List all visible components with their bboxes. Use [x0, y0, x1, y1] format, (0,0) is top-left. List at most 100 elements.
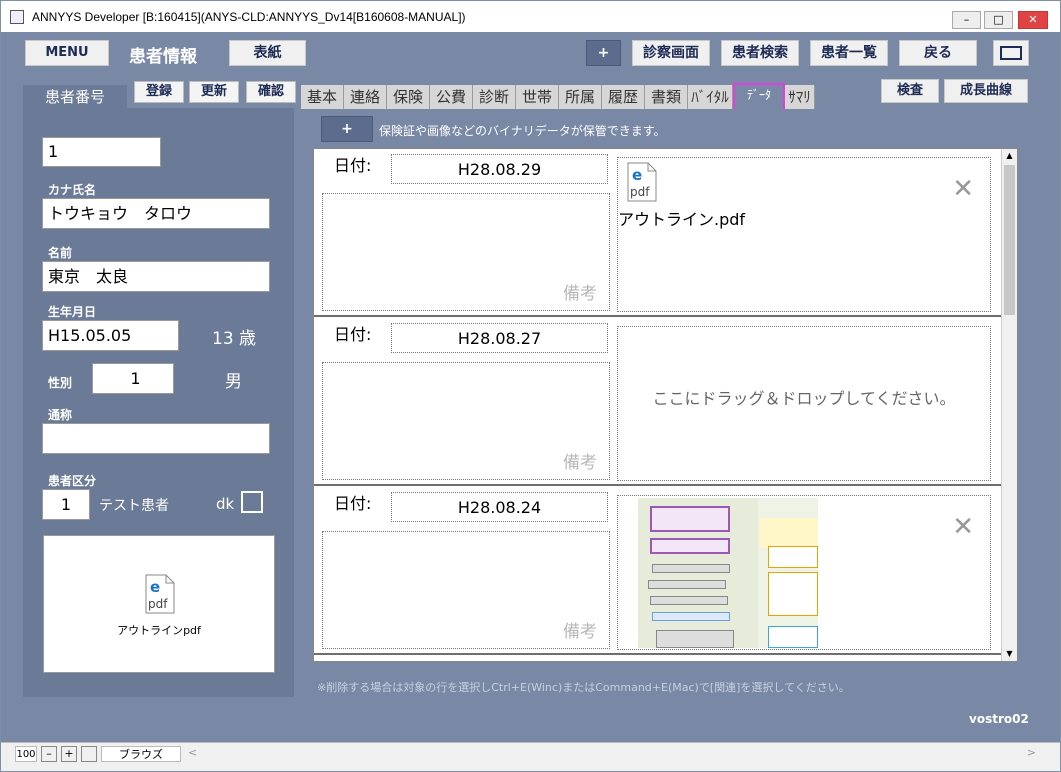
page-title: 患者情報	[129, 47, 197, 67]
zoom-level[interactable]: 100	[15, 746, 37, 762]
tab-item[interactable]: 基本	[301, 85, 344, 109]
svg-text:pdf: pdf	[630, 185, 650, 199]
note-field[interactable]: 備考	[322, 193, 610, 311]
tab-item[interactable]: 連絡	[344, 85, 387, 109]
preview-file-name: アウトラインpdf	[117, 624, 201, 637]
zoom-in-icon[interactable]: +	[61, 746, 77, 762]
name-label: 名前	[48, 246, 73, 260]
svg-text:e: e	[150, 578, 160, 596]
patient-list-button[interactable]: 患者一覧	[810, 40, 888, 66]
list-item[interactable]: 日付: H28.08.29 備考 e pdf アウトライン.pdf ✕	[314, 149, 1004, 317]
scroll-left-icon[interactable]: <	[188, 746, 197, 759]
zoom-out-icon[interactable]: –	[41, 746, 57, 762]
name-field[interactable]: 東京 太良	[42, 261, 270, 292]
dk-checkbox[interactable]	[241, 491, 263, 513]
category-field[interactable]: 1	[42, 489, 90, 520]
date-field[interactable]: H28.08.29	[391, 154, 608, 184]
update-button[interactable]: 更新	[189, 81, 239, 103]
file-drop-area[interactable]: ここにドラッグ＆ドロップしてください。	[617, 326, 991, 481]
window-toggle-button[interactable]	[993, 40, 1029, 66]
list-item[interactable]: 日付: H28.08.27 備考 ここにドラッグ＆ドロップしてください。	[314, 318, 1004, 486]
tab-item[interactable]: 履歴	[602, 85, 645, 109]
delete-icon[interactable]: ✕	[952, 174, 974, 204]
window-title: ANNYYS Developer [B:160415](ANYS-CLD:ANN…	[32, 9, 466, 24]
tab-item[interactable]: 所属	[559, 85, 602, 109]
file-drop-area[interactable]: e pdf アウトライン.pdf ✕	[617, 157, 991, 312]
menu-button[interactable]: MENU	[25, 40, 109, 66]
growth-curve-button[interactable]: 成長曲線	[944, 79, 1028, 103]
info-text: 保険証や画像などのバイナリデータが保管できます。	[379, 124, 666, 138]
sex-text: 男	[225, 372, 242, 392]
patient-number-field[interactable]: 1	[42, 137, 161, 167]
alias-field[interactable]	[42, 423, 270, 454]
note-field[interactable]: 備考	[322, 362, 610, 480]
category-text: テスト患者	[99, 498, 169, 514]
date-label: 日付:	[334, 156, 372, 175]
sex-label: 性別	[48, 376, 73, 390]
category-label: 患者区分	[48, 474, 97, 488]
close-button[interactable]: ✕	[1018, 11, 1048, 29]
date-field[interactable]: H28.08.24	[391, 492, 608, 522]
dob-label: 生年月日	[48, 305, 97, 319]
dob-field[interactable]: H15.05.05	[42, 320, 179, 351]
footnote: ※削除する場合は対象の行を選択しCtrl+E(Winc)またはCommand+E…	[317, 681, 850, 694]
kana-field[interactable]: トウキョウ タロウ	[42, 198, 270, 229]
register-button[interactable]: 登録	[134, 81, 184, 103]
sex-field[interactable]: 1	[92, 363, 174, 394]
machine-name: vostro02	[969, 712, 1029, 726]
add-data-button[interactable]: +	[321, 116, 373, 142]
data-list: 日付: H28.08.29 備考 e pdf アウトライン.pdf ✕ 日付: …	[313, 148, 1018, 662]
tab-patient-number[interactable]: 患者番号	[23, 85, 127, 109]
scroll-thumb[interactable]	[1004, 165, 1015, 315]
date-label: 日付:	[334, 494, 372, 513]
tab-item[interactable]: ｻﾏﾘ	[785, 85, 815, 109]
tab-item[interactable]: 公費	[430, 85, 473, 109]
image-thumbnail	[638, 498, 818, 648]
title-bar: ANNYYS Developer [B:160415](ANYS-CLD:ANN…	[1, 1, 1060, 32]
cover-button[interactable]: 表紙	[229, 40, 306, 66]
tab-item[interactable]: 診断	[473, 85, 516, 109]
exam-screen-button[interactable]: 診察画面	[632, 40, 710, 66]
exam-button[interactable]: 検査	[881, 79, 939, 103]
mode-indicator[interactable]: ブラウズ	[101, 746, 181, 762]
list-item[interactable]: 日付: H28.08.24 備考 ✕	[314, 487, 1004, 655]
note-placeholder: 備考	[563, 284, 597, 304]
alias-label: 通称	[48, 408, 73, 422]
note-placeholder: 備考	[563, 453, 597, 473]
svg-text:e: e	[632, 166, 642, 184]
date-label: 日付:	[334, 325, 372, 344]
pdf-icon: e pdf	[145, 574, 175, 614]
svg-text:pdf: pdf	[148, 597, 168, 611]
tab-item[interactable]: 世帯	[516, 85, 559, 109]
drop-hint: ここにドラッグ＆ドロップしてください。	[652, 389, 956, 408]
tab-item[interactable]: 書類	[645, 85, 688, 109]
minimize-button[interactable]: –	[952, 11, 981, 29]
layout-toggle-icon[interactable]	[81, 746, 97, 762]
app-window: ANNYYS Developer [B:160415](ANYS-CLD:ANN…	[0, 0, 1061, 772]
maximize-button[interactable]: □	[984, 11, 1013, 29]
note-field[interactable]: 備考	[322, 531, 610, 649]
tab-item[interactable]: 保険	[387, 85, 430, 109]
delete-icon[interactable]: ✕	[952, 512, 974, 542]
file-preview-box[interactable]: e pdf アウトラインpdf	[43, 535, 275, 673]
pdf-icon: e pdf	[627, 162, 657, 202]
kana-label: カナ氏名	[48, 183, 97, 197]
status-bar: 100 – + ブラウズ < >	[1, 742, 1060, 771]
patient-search-button[interactable]: 患者検索	[721, 40, 799, 66]
file-name: アウトライン.pdf	[618, 210, 746, 229]
back-button[interactable]: 戻る	[899, 40, 977, 66]
note-placeholder: 備考	[563, 622, 597, 642]
vertical-scrollbar[interactable]: ▲ ▼	[1001, 149, 1017, 661]
scroll-down-icon[interactable]: ▼	[1002, 647, 1017, 661]
add-button[interactable]: +	[586, 40, 621, 66]
confirm-button[interactable]: 確認	[246, 81, 296, 103]
scroll-right-icon[interactable]: >	[1027, 746, 1036, 759]
app-icon	[10, 9, 24, 24]
tab-item[interactable]: ﾊﾞｲﾀﾙ	[688, 85, 733, 109]
date-field[interactable]: H28.08.27	[391, 323, 608, 353]
scroll-up-icon[interactable]: ▲	[1002, 149, 1017, 163]
age-text: 13 歳	[212, 329, 257, 349]
file-drop-area[interactable]: ✕	[617, 495, 991, 650]
tab-item[interactable]: ﾃﾞｰﾀ	[733, 83, 785, 111]
screen-icon	[1000, 46, 1022, 60]
